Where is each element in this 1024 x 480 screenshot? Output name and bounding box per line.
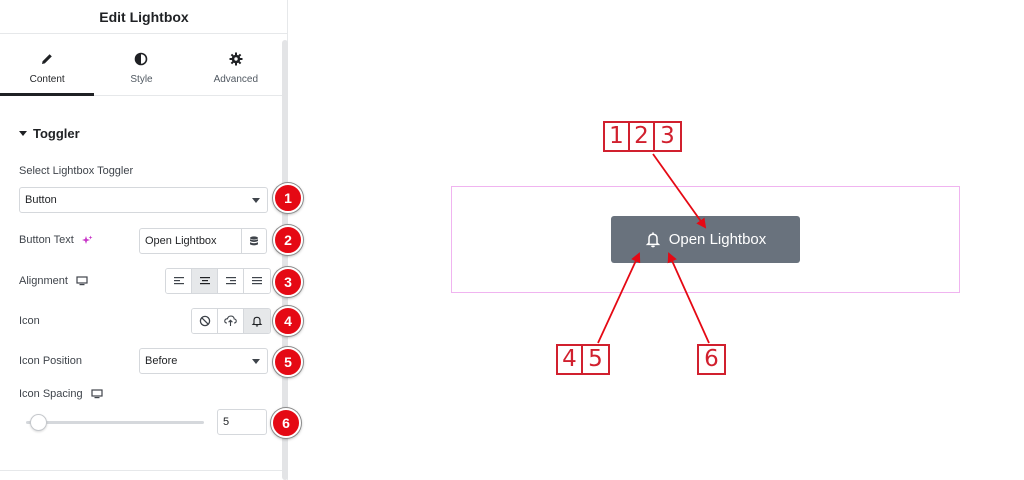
chevron-down-icon [252, 198, 260, 203]
desktop-icon[interactable] [91, 389, 103, 399]
tab-style[interactable]: Style [94, 34, 188, 95]
step-marker-2: 2 [273, 225, 303, 255]
caret-down-icon [19, 131, 27, 136]
button-text-input[interactable]: Open Lightbox [139, 228, 267, 254]
align-right-button[interactable] [218, 269, 244, 293]
open-lightbox-label: Open Lightbox [668, 231, 767, 248]
step-marker-5: 5 [273, 347, 303, 377]
alignment-label-text: Alignment [19, 275, 68, 287]
half-circle-icon [135, 52, 148, 66]
icon-none-button[interactable] [192, 309, 218, 333]
align-left-icon [173, 277, 184, 285]
icon-spacing-slider-track[interactable] [26, 421, 204, 424]
align-left-button[interactable] [166, 269, 192, 293]
align-center-icon [199, 277, 210, 285]
callout-4-5: 4 5 [556, 344, 610, 375]
icon-label: Icon [19, 315, 40, 327]
alignment-label: Alignment [19, 275, 88, 287]
icon-bell-button[interactable] [244, 309, 270, 333]
icon-spacing-slider-handle[interactable] [30, 414, 47, 431]
editor-panel: Edit Lightbox Content Style Advanced Tog… [0, 0, 288, 480]
tab-advanced-label: Advanced [213, 74, 259, 85]
chevron-down-icon [252, 359, 260, 364]
upload-icon [224, 315, 237, 326]
align-center-button[interactable] [192, 269, 218, 293]
icon-spacing-input[interactable]: 5 [217, 409, 267, 435]
step-marker-4: 4 [273, 306, 303, 336]
callout-digit: 4 [558, 346, 583, 373]
step-marker-3: 3 [273, 267, 303, 297]
button-text-label-text: Button Text [19, 234, 74, 246]
align-justify-button[interactable] [244, 269, 270, 293]
panel-tabs: Content Style Advanced [0, 34, 283, 96]
button-text-label: Button Text [19, 234, 93, 246]
callout-digit: 1 [605, 123, 630, 150]
database-icon [250, 235, 258, 245]
tab-content-label: Content [29, 74, 65, 85]
none-icon [199, 315, 210, 327]
icon-position-value: Before [145, 355, 178, 367]
section-title: Toggler [33, 126, 80, 141]
dynamic-tags-button[interactable] [241, 229, 266, 253]
step-marker-6: 6 [271, 408, 301, 438]
callout-6: 6 [697, 344, 726, 375]
toggler-label: Select Lightbox Toggler [19, 165, 133, 177]
gear-icon [229, 52, 243, 66]
panel-title: Edit Lightbox [0, 0, 288, 34]
callout-digit: 6 [704, 346, 719, 372]
ai-sparkle-icon[interactable] [81, 235, 93, 246]
icon-position-label-text: Icon Position [19, 355, 82, 367]
open-lightbox-button[interactable]: Open Lightbox [611, 216, 800, 263]
bell-icon [251, 316, 263, 327]
toggler-select-value: Button [25, 194, 57, 206]
align-right-icon [225, 277, 236, 285]
tab-content[interactable]: Content [0, 34, 95, 96]
alignment-group [165, 268, 271, 294]
tab-style-label: Style [130, 74, 153, 85]
button-text-value: Open Lightbox [145, 235, 217, 247]
icon-position-select[interactable]: Before [139, 348, 268, 374]
pencil-icon [42, 54, 52, 64]
icon-group [191, 308, 271, 334]
bell-icon [645, 232, 660, 248]
desktop-icon[interactable] [76, 276, 88, 286]
callout-digit: 3 [660, 123, 675, 149]
toggler-select[interactable]: Button [19, 187, 268, 213]
divider [0, 470, 282, 471]
toggler-label-text: Select Lightbox Toggler [19, 165, 134, 177]
callout-1-2-3: 1 2 3 [603, 121, 682, 152]
section-toggler[interactable]: Toggler [19, 126, 80, 141]
icon-position-label: Icon Position [19, 355, 82, 367]
icon-spacing-label: Icon Spacing [19, 388, 103, 400]
app-root: Edit Lightbox Content Style Advanced Tog… [0, 0, 1024, 480]
step-marker-1: 1 [273, 183, 303, 213]
callout-digit: 2 [630, 123, 655, 150]
callout-digit: 5 [588, 346, 603, 372]
icon-spacing-label-text: Icon Spacing [19, 388, 83, 400]
tab-advanced[interactable]: Advanced [189, 34, 283, 95]
align-justify-icon [252, 277, 262, 285]
icon-upload-button[interactable] [218, 309, 244, 333]
icon-label-text: Icon [19, 315, 40, 327]
